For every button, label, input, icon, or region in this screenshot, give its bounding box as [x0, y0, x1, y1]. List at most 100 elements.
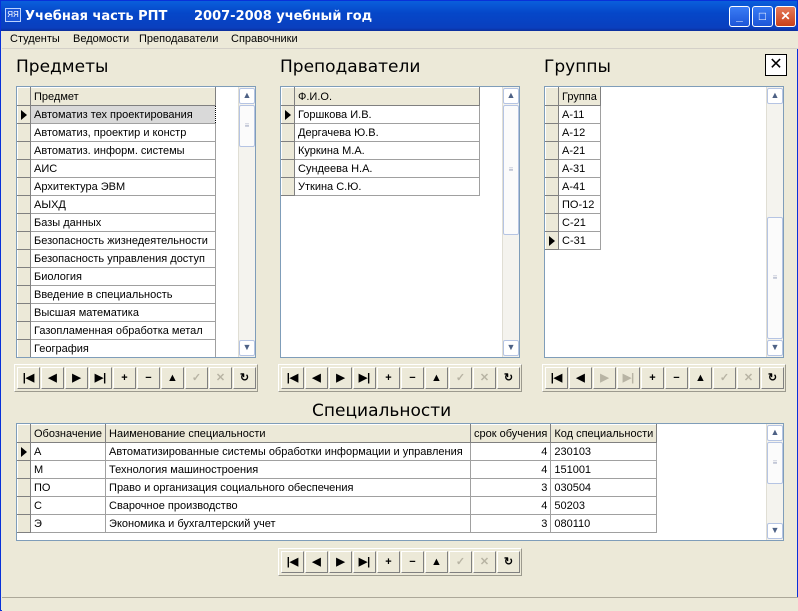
row-indicator[interactable]: [17, 478, 31, 497]
nav-first-icon[interactable]: |◀: [281, 367, 304, 389]
spec-code-cell[interactable]: М: [29, 460, 107, 479]
nav-edit-icon[interactable]: ▲: [161, 367, 184, 389]
spec-duration-cell[interactable]: 4: [470, 460, 552, 479]
row-indicator[interactable]: [281, 105, 295, 124]
scroll-down-icon[interactable]: ▼: [767, 523, 783, 539]
row-indicator[interactable]: [17, 460, 31, 479]
spec-code-cell[interactable]: С: [29, 496, 107, 515]
row-indicator[interactable]: [17, 514, 31, 533]
spec-number-cell[interactable]: 080110: [550, 514, 658, 533]
table-cell[interactable]: Автоматиз, проектир и констр: [30, 123, 216, 142]
nav-next-icon[interactable]: ▶: [65, 367, 88, 389]
row-indicator[interactable]: [17, 496, 31, 515]
table-cell[interactable]: Безопасность жизнедеятельности: [30, 231, 216, 250]
scroll-down-icon[interactable]: ▼: [767, 340, 783, 356]
spec-number-cell[interactable]: 50203: [550, 496, 658, 515]
table-row[interactable]: Горшкова И.В.: [281, 105, 480, 124]
scroll-up-icon[interactable]: ▲: [239, 88, 255, 104]
nav-insert-icon[interactable]: +: [641, 367, 664, 389]
table-row[interactable]: Безопасность управления доступ: [17, 249, 216, 268]
table-cell[interactable]: Куркина М.А.: [294, 141, 480, 160]
table-cell[interactable]: Уткина С.Ю.: [294, 177, 480, 196]
specialties-duration-header[interactable]: срок обучения: [470, 424, 552, 443]
spec-duration-cell[interactable]: 4: [470, 496, 552, 515]
table-row[interactable]: Биология: [17, 267, 216, 286]
table-row[interactable]: Уткина С.Ю.: [281, 177, 480, 196]
row-indicator[interactable]: [17, 123, 31, 142]
row-indicator[interactable]: [281, 141, 295, 160]
row-indicator[interactable]: [17, 442, 31, 461]
row-indicator[interactable]: [545, 213, 559, 232]
table-cell[interactable]: Безопасность управления доступ: [30, 249, 216, 268]
nav-delete-icon[interactable]: −: [401, 551, 424, 573]
scroll-thumb[interactable]: ≡: [767, 217, 783, 339]
subjects-column-header[interactable]: Предмет: [30, 87, 216, 106]
row-indicator[interactable]: [17, 177, 31, 196]
table-row[interactable]: Высшая математика: [17, 303, 216, 322]
nav-post-icon[interactable]: ✓: [449, 367, 472, 389]
spec-number-cell[interactable]: 151001: [550, 460, 658, 479]
nav-insert-icon[interactable]: +: [377, 367, 400, 389]
table-row[interactable]: Автоматиз. информ. системы: [17, 141, 216, 160]
spec-code-cell[interactable]: ПО: [29, 478, 107, 497]
maximize-button[interactable]: □: [752, 6, 773, 27]
spec-duration-cell[interactable]: 4: [470, 442, 552, 461]
groups-scrollbar[interactable]: ▲ ≡ ▼: [766, 87, 783, 357]
table-cell[interactable]: АЫХД: [30, 195, 216, 214]
row-indicator[interactable]: [545, 231, 559, 250]
menu-teachers[interactable]: Преподаватели: [139, 33, 218, 45]
table-cell[interactable]: АИС: [30, 159, 216, 178]
table-cell[interactable]: Автоматиз. информ. системы: [30, 141, 216, 160]
panel-close-icon[interactable]: ✕: [765, 54, 787, 76]
table-row[interactable]: С-31: [545, 231, 601, 250]
spec-name-cell[interactable]: Автоматизированные системы обработки инф…: [105, 442, 472, 461]
spec-name-cell[interactable]: Сварочное производство: [105, 496, 472, 515]
title-bar[interactable]: ЯЯ Учебная часть РПТ 2007-2008 учебный г…: [1, 1, 797, 31]
nav-insert-icon[interactable]: +: [377, 551, 400, 573]
table-row[interactable]: Э Экономика и бухгалтерский учет 3 080110: [17, 514, 658, 533]
row-indicator[interactable]: [545, 123, 559, 142]
nav-delete-icon[interactable]: −: [665, 367, 688, 389]
row-indicator[interactable]: [281, 177, 295, 196]
spec-code-cell[interactable]: А: [29, 442, 107, 461]
nav-next-icon[interactable]: ▶: [329, 367, 352, 389]
spec-duration-cell[interactable]: 3: [470, 514, 552, 533]
nav-cancel-icon[interactable]: ✕: [473, 367, 496, 389]
spec-code-cell[interactable]: Э: [29, 514, 107, 533]
table-row[interactable]: Дергачева Ю.В.: [281, 123, 480, 142]
row-indicator[interactable]: [17, 339, 31, 357]
specialties-code-header[interactable]: Обозначение: [29, 424, 107, 443]
groups-column-header[interactable]: Группа: [558, 87, 601, 106]
table-row[interactable]: Газопламенная обработка метал: [17, 321, 216, 340]
scroll-thumb[interactable]: ≡: [503, 105, 519, 235]
specialties-grid[interactable]: Обозначение Наименование специальности с…: [16, 423, 784, 541]
nav-prior-icon[interactable]: ◀: [569, 367, 592, 389]
nav-edit-icon[interactable]: ▲: [689, 367, 712, 389]
scroll-thumb[interactable]: ≡: [239, 105, 255, 147]
table-cell[interactable]: Автоматиз тех проектирования: [30, 105, 216, 124]
row-indicator[interactable]: [545, 159, 559, 178]
table-row[interactable]: Базы данных: [17, 213, 216, 232]
table-cell[interactable]: А-31: [558, 159, 601, 178]
table-row[interactable]: С Сварочное производство 4 50203: [17, 496, 658, 515]
teachers-grid[interactable]: Ф.И.О. Горшкова И.В. Дергачева Ю.В. Куркин…: [280, 86, 520, 358]
menu-references[interactable]: Справочники: [231, 33, 298, 45]
teachers-scrollbar[interactable]: ▲ ≡ ▼: [502, 87, 519, 357]
table-row[interactable]: География: [17, 339, 216, 357]
table-row[interactable]: ПО-12: [545, 195, 601, 214]
row-indicator[interactable]: [17, 267, 31, 286]
table-row[interactable]: А-31: [545, 159, 601, 178]
specialties-name-header[interactable]: Наименование специальности: [105, 424, 472, 443]
table-cell[interactable]: А-21: [558, 141, 601, 160]
teachers-column-header[interactable]: Ф.И.О.: [294, 87, 480, 106]
table-cell[interactable]: А-12: [558, 123, 601, 142]
table-cell[interactable]: С-31: [558, 231, 601, 250]
table-row[interactable]: Архитектура ЭВМ: [17, 177, 216, 196]
scroll-up-icon[interactable]: ▲: [767, 88, 783, 104]
nav-insert-icon[interactable]: +: [113, 367, 136, 389]
row-indicator[interactable]: [17, 141, 31, 160]
row-indicator[interactable]: [281, 159, 295, 178]
row-indicator[interactable]: [545, 105, 559, 124]
nav-last-icon[interactable]: ▶|: [617, 367, 640, 389]
nav-first-icon[interactable]: |◀: [17, 367, 40, 389]
